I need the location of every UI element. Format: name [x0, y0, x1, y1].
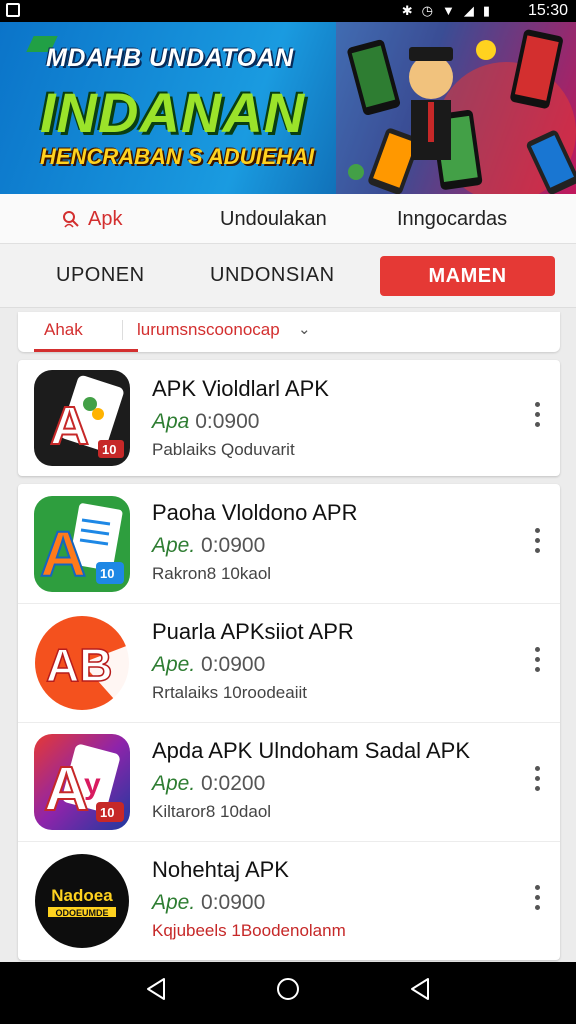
app-version-prefix: Ape.: [152, 534, 196, 557]
svg-text:Nadoea: Nadoea: [51, 886, 113, 905]
top-tab-bar: Apk Undoulakan Inngocardas: [0, 194, 576, 244]
more-options-icon[interactable]: [532, 528, 542, 558]
app-subtitle: Kqjubeels 1Boodenolanm: [152, 921, 346, 940]
a-gradient-app-icon: A y 10: [34, 734, 130, 830]
search-person-icon: [63, 211, 79, 228]
filter-underline: [34, 349, 138, 352]
svg-text:y: y: [84, 768, 101, 801]
tab-inngocardas[interactable]: Inngocardas: [397, 208, 507, 231]
list-item[interactable]: Nadoea ODOEUMDE Nohehtaj APK Ape. 0:0900…: [18, 841, 560, 961]
subtab-undonsian[interactable]: UNDONSIAN: [210, 264, 335, 287]
app-version: Ape. 0:0900: [152, 891, 265, 915]
app-card-1: A 10 APK Violdlarl APK Apa 0:0900 Pablai…: [18, 360, 560, 476]
app-version: Ape. 0:0900: [152, 534, 265, 558]
more-options-icon[interactable]: [532, 885, 542, 915]
alarm-icon: ◷: [421, 3, 433, 18]
list-item[interactable]: A 10 Paoha Vloldono APR Ape. 0:0900 Rakr…: [18, 484, 560, 604]
ab-circle-app-icon: AB: [35, 616, 130, 710]
sub-tab-bar: UPONEN UNDONSIAN MAMEN: [0, 244, 576, 308]
bluetooth-icon: ✱: [401, 3, 413, 18]
nadoea-app-icon: Nadoea ODOEUMDE: [35, 854, 129, 948]
system-navigation-bar: [0, 962, 576, 1024]
svg-text:A: A: [44, 755, 89, 824]
app-title: Apda APK Ulndoham Sadal APK: [152, 738, 470, 763]
filter-dropdown-label[interactable]: lurumsnscoonocap: [122, 320, 280, 340]
app-version-prefix: Ape.: [152, 891, 196, 914]
back-icon[interactable]: [144, 976, 168, 1002]
banner-tagline: HENCRABAN S ADUIEHAI: [40, 144, 315, 169]
banner-headline: MDAHB UNDATOAN: [46, 44, 294, 72]
a-doc-app-icon: A 10: [34, 496, 130, 592]
app-version: Apa 0:0900: [152, 410, 259, 434]
svg-text:10: 10: [102, 442, 116, 457]
home-icon[interactable]: [275, 976, 301, 1002]
subtab-uponen[interactable]: UPONEN: [56, 264, 145, 287]
battery-icon: ▮: [482, 3, 490, 18]
svg-text:A: A: [40, 518, 86, 590]
app-title: Paoha Vloldono APR: [152, 500, 358, 525]
promo-banner[interactable]: MDAHB UNDATOAN INDANAN HENCRABAN S ADUIE…: [0, 22, 576, 194]
svg-text:AB: AB: [46, 639, 112, 691]
app-title: Puarla APKsiiot APR: [152, 619, 354, 644]
app-version-number: 0:0900: [201, 534, 266, 557]
status-bar: ✱ ◷ ▼ ◢ ▮ 15:30: [0, 0, 576, 22]
app-version-prefix: Ape.: [152, 772, 196, 795]
wifi-icon: ▼: [441, 3, 455, 18]
app-version-prefix: Ape.: [152, 653, 196, 676]
more-options-icon[interactable]: [532, 766, 542, 796]
app-version-number: 0:0900: [201, 891, 266, 914]
svg-text:10: 10: [100, 566, 114, 581]
a-card-app-icon: A 10: [34, 370, 130, 466]
signal-icon: ◢: [463, 3, 474, 18]
app-title: APK Violdlarl APK: [152, 376, 329, 401]
list-item[interactable]: A y 10 Apda APK Ulndoham Sadal APK Ape. …: [18, 722, 560, 842]
tab-undoulakan[interactable]: Undoulakan: [220, 208, 327, 231]
app-subtitle: Pablaiks Qoduvarit: [152, 440, 295, 459]
app-card-2: A 10 Paoha Vloldono APR Ape. 0:0900 Rakr…: [18, 484, 560, 960]
subtab-mamen[interactable]: MAMEN: [380, 256, 555, 296]
more-options-icon[interactable]: [532, 402, 542, 432]
recents-icon[interactable]: [408, 976, 432, 1002]
svg-text:10: 10: [100, 805, 114, 820]
app-title: Nohehtaj APK: [152, 857, 289, 882]
list-item[interactable]: AB Puarla APKsiiot APR Ape. 0:0900 Rrtal…: [18, 603, 560, 723]
app-subtitle: Rakron8 10kaol: [152, 564, 272, 583]
app-version-prefix: Apa: [152, 410, 190, 433]
svg-text:ODOEUMDE: ODOEUMDE: [55, 908, 108, 918]
status-icons: ✱ ◷ ▼ ◢ ▮: [402, 3, 490, 19]
app-subtitle: Rrtalaiks 10roodeaiit: [152, 683, 307, 702]
banner-phones-illustration: [336, 22, 576, 194]
clock: 15:30: [527, 2, 568, 19]
more-options-icon[interactable]: [532, 647, 542, 677]
filter-bar: Ahak lurumsnscoonocap ⌄: [18, 312, 560, 352]
filter-left[interactable]: Ahak: [44, 320, 83, 340]
app-version-number: 0:0900: [201, 653, 266, 676]
banner-title: INDANAN: [40, 81, 306, 144]
tab-apk-label: Apk: [88, 208, 123, 230]
app-subtitle: Kiltaror8 10daol: [152, 802, 272, 821]
list-item[interactable]: A 10 APK Violdlarl APK Apa 0:0900 Pablai…: [18, 360, 560, 476]
gallery-notification-icon: [6, 3, 20, 17]
tab-apk[interactable]: Apk: [62, 208, 122, 231]
app-version: Ape. 0:0200: [152, 772, 265, 796]
app-version-number: 0:0900: [195, 410, 260, 433]
chevron-down-icon[interactable]: ⌄: [298, 320, 311, 338]
app-version: Ape. 0:0900: [152, 653, 265, 677]
app-version-number: 0:0200: [201, 772, 266, 795]
